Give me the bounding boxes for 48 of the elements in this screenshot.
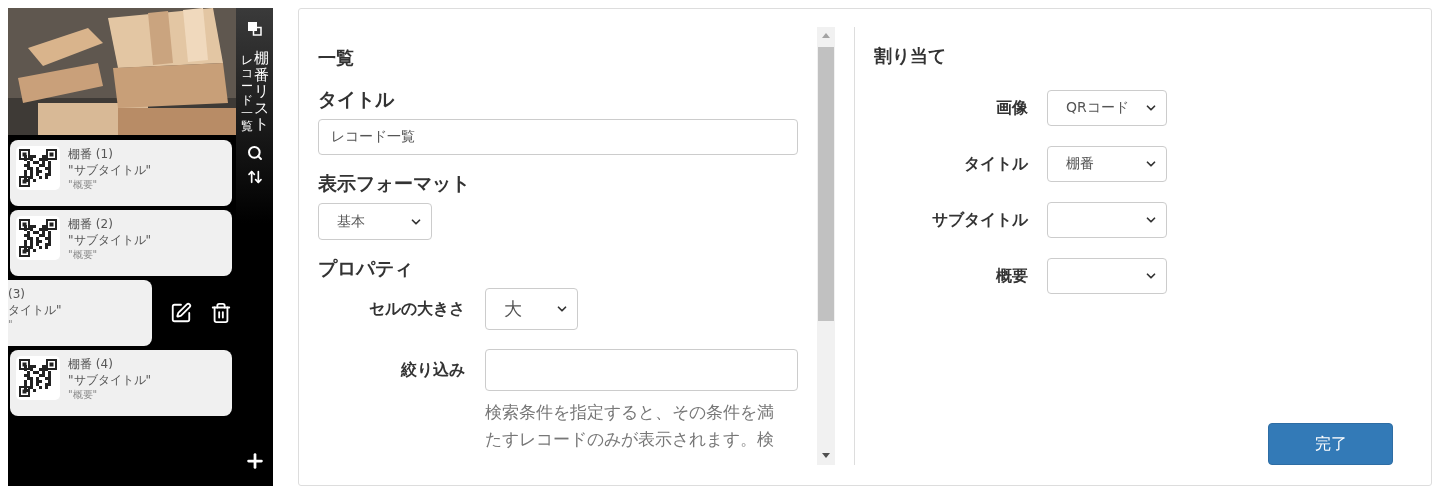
scroll-down-icon[interactable]: [822, 453, 830, 458]
card-title: 棚番 (2): [68, 216, 114, 232]
copy-icon[interactable]: [247, 22, 262, 36]
qr-code-icon: [16, 356, 60, 400]
card-summary: "概要": [68, 249, 99, 261]
section-heading: 割り当て: [874, 44, 947, 68]
sort-icon[interactable]: [246, 169, 263, 186]
select-dropdown[interactable]: 基本: [318, 203, 432, 240]
qr-code-icon: [16, 216, 60, 260]
record-card[interactable]: 棚番 (4) "サブタイトル" "概要": [10, 350, 232, 416]
field-label: 画像: [995, 97, 1028, 119]
scrollbar[interactable]: [817, 27, 835, 465]
record-card[interactable]: 棚番 (1) "サブタイトル" "概要": [10, 140, 232, 206]
property-label: セルの大きさ: [368, 298, 465, 320]
card-subtitle: "サブタイトル": [68, 373, 152, 388]
scrollbar-thumb[interactable]: [818, 47, 834, 321]
card-subtitle: "サブタイトル": [68, 233, 152, 248]
list-title: 棚番リスト: [253, 50, 269, 134]
card-title: (3): [8, 286, 26, 302]
list-subtitle: レコード一覧: [240, 54, 253, 134]
record-card[interactable]: 棚番 (2) "サブタイトル" "概要": [10, 210, 232, 276]
field-label: プロパティ: [318, 256, 414, 281]
qr-code-icon: [16, 146, 60, 190]
edit-icon[interactable]: [170, 302, 192, 324]
field-label: 表示フォーマット: [318, 171, 471, 196]
field-label: タイトル: [963, 153, 1028, 175]
select-dropdown[interactable]: 棚番: [1047, 146, 1167, 182]
card-summary: ": [8, 319, 14, 331]
record-card[interactable]: (3) タイトル" ": [8, 280, 152, 346]
filter-input[interactable]: [485, 349, 798, 391]
field-label: タイトル: [318, 87, 395, 112]
trash-icon[interactable]: [210, 302, 232, 324]
section-heading: 一覧: [318, 46, 355, 70]
card-summary: "概要": [68, 179, 99, 191]
property-label: 絞り込み: [399, 359, 465, 381]
card-title: 棚番 (4): [68, 356, 114, 372]
select-dropdown[interactable]: 大: [485, 288, 578, 330]
card-subtitle: タイトル": [8, 303, 62, 318]
card-subtitle: "サブタイトル": [68, 163, 152, 178]
title-input[interactable]: レコード一覧: [318, 119, 798, 155]
field-label: 概要: [995, 265, 1028, 287]
done-button[interactable]: 完了: [1268, 423, 1393, 465]
field-label: サブタイトル: [931, 209, 1028, 231]
search-icon[interactable]: [246, 145, 263, 162]
card-title: 棚番 (1): [68, 146, 114, 162]
select-dropdown[interactable]: QRコード: [1047, 90, 1167, 126]
card-summary: "概要": [68, 389, 99, 401]
help-text: 検索条件を指定すると、その条件を満たすレコードのみが表示されます。検: [485, 401, 775, 451]
